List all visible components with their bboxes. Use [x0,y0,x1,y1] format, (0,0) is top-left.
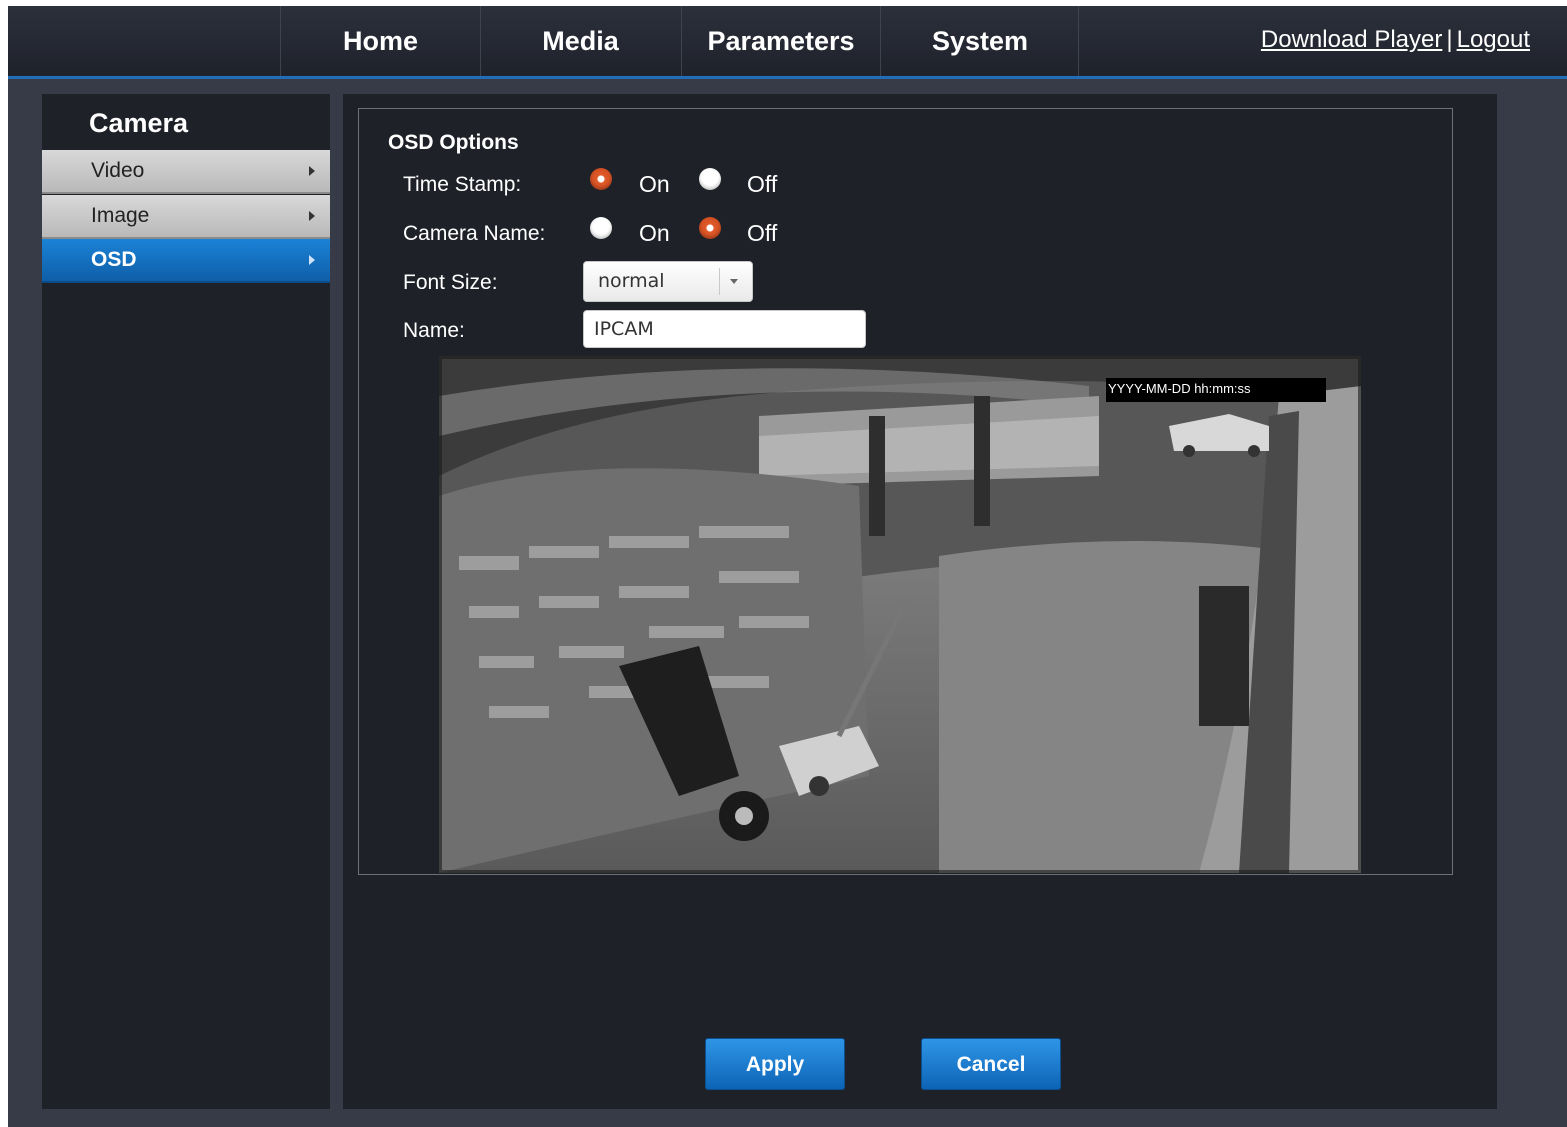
camera-preview: YYYY-MM-DD hh:mm:ss [439,356,1361,873]
time-stamp-off-radio[interactable] [699,168,721,190]
timestamp-overlay: YYYY-MM-DD hh:mm:ss [1106,378,1326,402]
sidebar: Camera Video Image OSD [42,94,330,1109]
top-links: Download Player | Logout [1261,26,1530,54]
main-panel: OSD Options Time Stamp: On Off Camera Na… [343,94,1497,1109]
chevron-right-icon [309,255,315,265]
name-input[interactable] [583,310,866,348]
nav-home[interactable]: Home [280,6,480,76]
camera-name-label: Camera Name: [403,222,546,245]
time-stamp-on-label: On [639,171,670,197]
osd-options-title: OSD Options [388,131,519,154]
camera-name-off-label: Off [747,220,778,246]
sidebar-item-label: Image [91,204,150,227]
sidebar-item-osd[interactable]: OSD [42,239,330,283]
sidebar-title: Camera [89,108,189,138]
sidebar-item-image[interactable]: Image [42,195,330,239]
time-stamp-label: Time Stamp: [403,173,522,196]
camera-name-on-radio[interactable] [590,217,612,239]
nav-parameters[interactable]: Parameters [681,6,880,76]
nav-divider [1078,6,1079,76]
camera-preview-image [439,356,1361,873]
time-stamp-on-radio[interactable] [590,168,612,190]
nav-system[interactable]: System [880,6,1079,76]
chevron-down-icon [730,279,738,284]
top-nav-bar: Home Media Parameters System Download Pl… [8,6,1567,79]
sidebar-item-label: OSD [91,248,137,271]
download-player-link[interactable]: Download Player [1261,26,1442,53]
camera-name-off-radio[interactable] [699,217,721,239]
osd-options-group: OSD Options Time Stamp: On Off Camera Na… [358,108,1453,875]
sidebar-item-label: Video [91,159,145,182]
time-stamp-off-label: Off [747,171,778,197]
font-size-label: Font Size: [403,271,498,294]
logout-link[interactable]: Logout [1457,26,1530,53]
camera-name-on-label: On [639,220,670,246]
chevron-right-icon [309,211,315,221]
apply-button[interactable]: Apply [705,1038,845,1090]
chevron-right-icon [309,166,315,176]
sidebar-item-video[interactable]: Video [42,150,330,194]
select-divider [719,268,720,295]
cancel-button[interactable]: Cancel [921,1038,1061,1090]
font-size-select[interactable]: normal [583,261,753,302]
link-separator: | [1446,26,1453,53]
name-label: Name: [403,319,465,342]
page: Home Media Parameters System Download Pl… [8,6,1567,1127]
nav-media[interactable]: Media [480,6,680,76]
font-size-value: normal [598,270,665,292]
